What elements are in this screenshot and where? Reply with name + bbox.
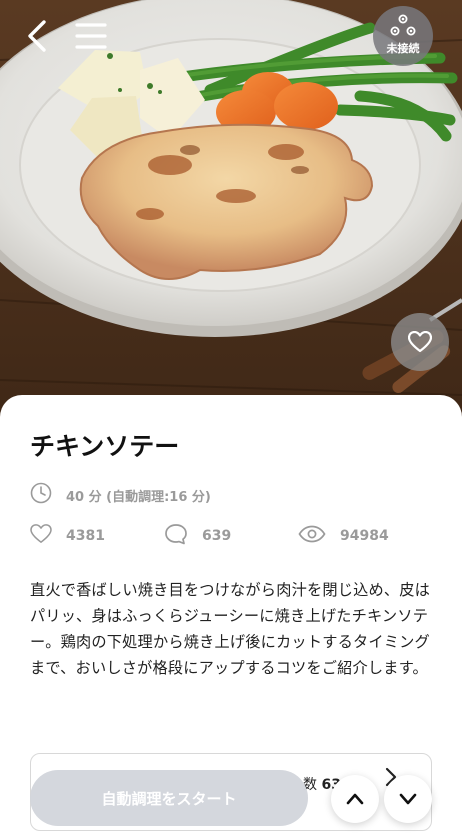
connection-status-button[interactable]: 未接続 <box>373 6 433 66</box>
chevron-left-icon <box>18 20 58 60</box>
likes-count: 4381 <box>66 528 105 544</box>
recipe-stats: 4381 639 94984 <box>30 523 430 549</box>
connection-status-label: 未接続 <box>386 42 420 55</box>
clock-icon <box>30 482 52 508</box>
recipe-hero-image <box>0 0 462 440</box>
views-count: 94984 <box>340 528 389 544</box>
heart-outline-icon <box>30 524 52 548</box>
recipe-description: 直火で香ばしい焼き目をつけながら肉汁を閉じ込め、皮はパリッ、身はふっくらジューシ… <box>30 581 431 677</box>
back-button[interactable] <box>18 16 58 56</box>
cooking-time: 40 分 (自動調理:16 分) <box>30 482 211 508</box>
recipe-title: チキンソテー <box>30 432 180 461</box>
cooking-time-text: 40 分 (自動調理:16 分) <box>66 489 211 505</box>
comments-count: 639 <box>202 528 232 544</box>
menu-button[interactable] <box>72 16 112 56</box>
likes-stat[interactable]: 4381 <box>30 523 105 549</box>
eye-icon <box>298 525 326 547</box>
scroll-down-button[interactable] <box>384 775 432 823</box>
comments-stat[interactable]: 639 <box>164 523 231 549</box>
start-auto-cook-button[interactable]: 自動調理をスタート <box>30 770 308 826</box>
network-nodes-icon <box>390 14 416 42</box>
favorite-button[interactable] <box>391 313 449 371</box>
comment-bubble-icon <box>164 523 188 549</box>
hamburger-menu-icon <box>72 23 112 60</box>
scroll-up-button[interactable] <box>331 775 379 823</box>
views-stat: 94984 <box>298 523 389 549</box>
